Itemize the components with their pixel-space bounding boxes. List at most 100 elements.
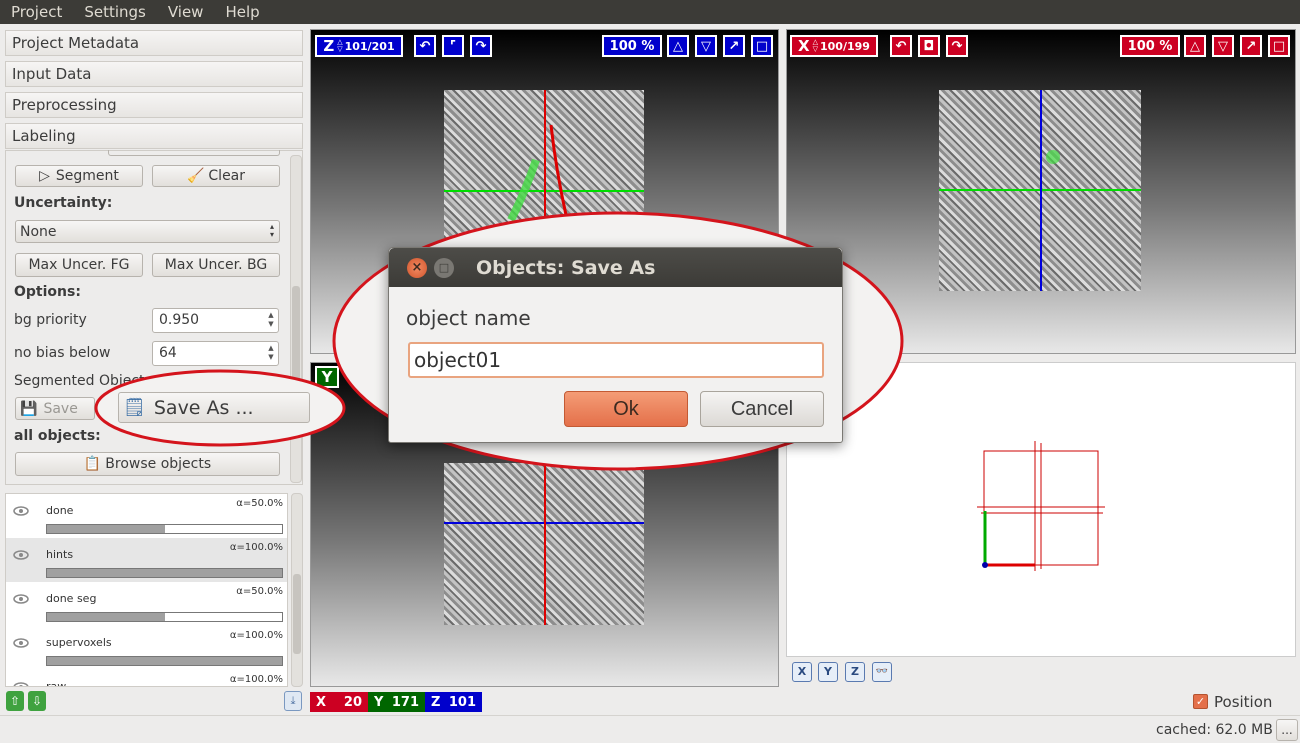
layer-opacity-bar[interactable] xyxy=(46,568,283,578)
applet-project-metadata[interactable]: Project Metadata xyxy=(5,30,303,56)
segment-button[interactable]: ▷ Segment xyxy=(15,165,143,187)
eye-icon[interactable] xyxy=(13,506,29,516)
undo-icon[interactable]: ↶ xyxy=(890,35,912,57)
menu-settings[interactable]: Settings xyxy=(73,3,157,21)
spin-arrows-icon[interactable]: ▲ ▼ xyxy=(266,344,276,362)
clear-button[interactable]: 🧹 Clear xyxy=(152,165,280,187)
bg-priority-value: 0.950 xyxy=(159,312,200,328)
triangle-up-icon[interactable]: △ xyxy=(1184,35,1206,57)
layer-opacity-bar[interactable] xyxy=(46,612,283,622)
spin-arrows-icon[interactable]: △ ▽ xyxy=(337,39,342,53)
position-y-label: Y xyxy=(374,694,384,710)
x-slice-value: 100/199 xyxy=(820,39,870,53)
x-slice-indicator[interactable]: X △ ▽ 100/199 xyxy=(790,35,878,57)
max-uncer-bg-button[interactable]: Max Uncer. BG xyxy=(152,253,280,277)
eye-icon[interactable] xyxy=(13,682,29,687)
export-layer-icon[interactable]: ⤓ xyxy=(284,691,302,711)
layer-item[interactable]: raw α=100.0% xyxy=(6,670,287,687)
no-bias-value: 64 xyxy=(159,345,177,361)
eye-icon[interactable] xyxy=(13,550,29,560)
options-scrollbar[interactable] xyxy=(290,155,302,483)
layer-name: hints xyxy=(46,548,74,561)
square-icon[interactable]: □ xyxy=(1268,35,1290,57)
spin-arrows-icon[interactable]: △ ▽ xyxy=(813,39,818,53)
volume-box-render xyxy=(977,441,1105,571)
layer-up-icon[interactable]: ⇧ xyxy=(6,691,24,711)
max-uncer-fg-button[interactable]: Max Uncer. FG xyxy=(15,253,143,277)
position-z-label: Z xyxy=(431,694,441,710)
spin-arrows-icon[interactable]: ▲ ▼ xyxy=(266,311,276,329)
maximize-arrow-icon[interactable]: ↗ xyxy=(1240,35,1262,57)
undo-icon[interactable]: ↶ xyxy=(414,35,436,57)
layer-opacity-fill xyxy=(47,569,282,577)
triangle-down-icon[interactable]: ▽ xyxy=(1212,35,1234,57)
maximize-arrow-icon[interactable]: ↗ xyxy=(723,35,745,57)
y-axis-label: Y xyxy=(321,368,333,386)
layer-alpha: α=50.0% xyxy=(236,498,283,509)
redo-icon[interactable]: ↷ xyxy=(470,35,492,57)
triangle-up-icon[interactable]: △ xyxy=(667,35,689,57)
cancel-button[interactable]: Cancel xyxy=(700,391,824,427)
eye-icon[interactable] xyxy=(13,594,29,604)
layer-opacity-bar[interactable] xyxy=(46,656,283,666)
view-3d-z-button[interactable]: Z xyxy=(845,662,865,682)
crop-icon[interactable]: ◘ xyxy=(918,35,940,57)
z-zoom-indicator[interactable]: 100 % xyxy=(602,35,662,57)
redo-icon[interactable]: ↷ xyxy=(946,35,968,57)
applet-preprocessing[interactable]: Preprocessing xyxy=(5,92,303,118)
menu-view[interactable]: View xyxy=(157,3,215,21)
triangle-down-icon[interactable]: ▽ xyxy=(695,35,717,57)
close-icon[interactable]: × xyxy=(407,258,427,278)
menu-help[interactable]: Help xyxy=(214,3,270,21)
view-3d[interactable] xyxy=(786,362,1296,657)
y-slice-indicator[interactable]: Y xyxy=(315,366,339,388)
segment-button-label: Segment xyxy=(55,168,119,184)
browse-objects-label: Browse objects xyxy=(105,456,212,472)
applet-labeling[interactable]: Labeling xyxy=(5,123,303,149)
crop-icon[interactable]: ⌜ xyxy=(442,35,464,57)
viewer-x[interactable]: X △ ▽ 100/199 ↶ ◘ ↷ 100 % △ ▽ ↗ □ xyxy=(786,29,1296,354)
layer-opacity-fill xyxy=(47,525,165,533)
position-z: Z 101 xyxy=(425,692,482,712)
position-y: Y 171 xyxy=(368,692,425,712)
layer-item[interactable]: done seg α=50.0% xyxy=(6,582,287,626)
no-bias-spinbox[interactable]: 64 ▲ ▼ xyxy=(152,341,279,366)
position-x-label: X xyxy=(316,694,327,710)
object-name-label: object name xyxy=(406,306,531,330)
browse-objects-button[interactable]: 📋 Browse objects xyxy=(15,452,280,476)
object-name-input[interactable] xyxy=(408,342,824,378)
view-3d-y-button[interactable]: Y xyxy=(818,662,838,682)
more-button[interactable]: ... xyxy=(1276,719,1298,741)
layer-name: raw xyxy=(46,680,67,687)
layer-item[interactable]: hints α=100.0% xyxy=(6,538,287,582)
save-as-button[interactable]: 🗒 Save As ... xyxy=(118,392,310,423)
layer-opacity-fill xyxy=(47,613,165,621)
x-zoom-indicator[interactable]: 100 % xyxy=(1120,35,1180,57)
z-slice-indicator[interactable]: Z △ ▽ 101/201 xyxy=(315,35,403,57)
menu-project[interactable]: Project xyxy=(0,3,73,21)
anaglyph-glasses-icon[interactable]: 👓 xyxy=(872,662,892,682)
ok-button[interactable]: Ok xyxy=(564,391,688,427)
maximize-icon[interactable]: □ xyxy=(434,258,454,278)
scrollbar-thumb[interactable] xyxy=(293,574,301,654)
position-checkbox[interactable]: ✓ xyxy=(1193,694,1208,709)
layer-down-icon[interactable]: ⇩ xyxy=(28,691,46,711)
view-3d-x-button[interactable]: X xyxy=(792,662,812,682)
x-axis-label: X xyxy=(798,37,810,55)
save-as-button-label: Save As ... xyxy=(153,396,254,419)
crosshair-x xyxy=(544,463,546,625)
eye-icon[interactable] xyxy=(13,638,29,648)
square-icon[interactable]: □ xyxy=(751,35,773,57)
layer-opacity-bar[interactable] xyxy=(46,524,283,534)
layer-item[interactable]: done α=50.0% xyxy=(6,494,287,538)
position-z-value: 101 xyxy=(448,694,476,710)
bg-priority-spinbox[interactable]: 0.950 ▲ ▼ xyxy=(152,308,279,333)
save-button[interactable]: 💾 Save xyxy=(15,397,95,420)
uncertainty-select[interactable]: None ▴ ▾ xyxy=(15,220,280,243)
applet-input-data[interactable]: Input Data xyxy=(5,61,303,87)
annotation-strokes xyxy=(507,124,568,222)
position-readout: X 20 Y 171 Z 101 xyxy=(310,692,482,712)
layer-item[interactable]: supervoxels α=100.0% xyxy=(6,626,287,670)
clear-button-label: Clear xyxy=(208,168,246,184)
layer-scrollbar[interactable] xyxy=(291,493,303,687)
